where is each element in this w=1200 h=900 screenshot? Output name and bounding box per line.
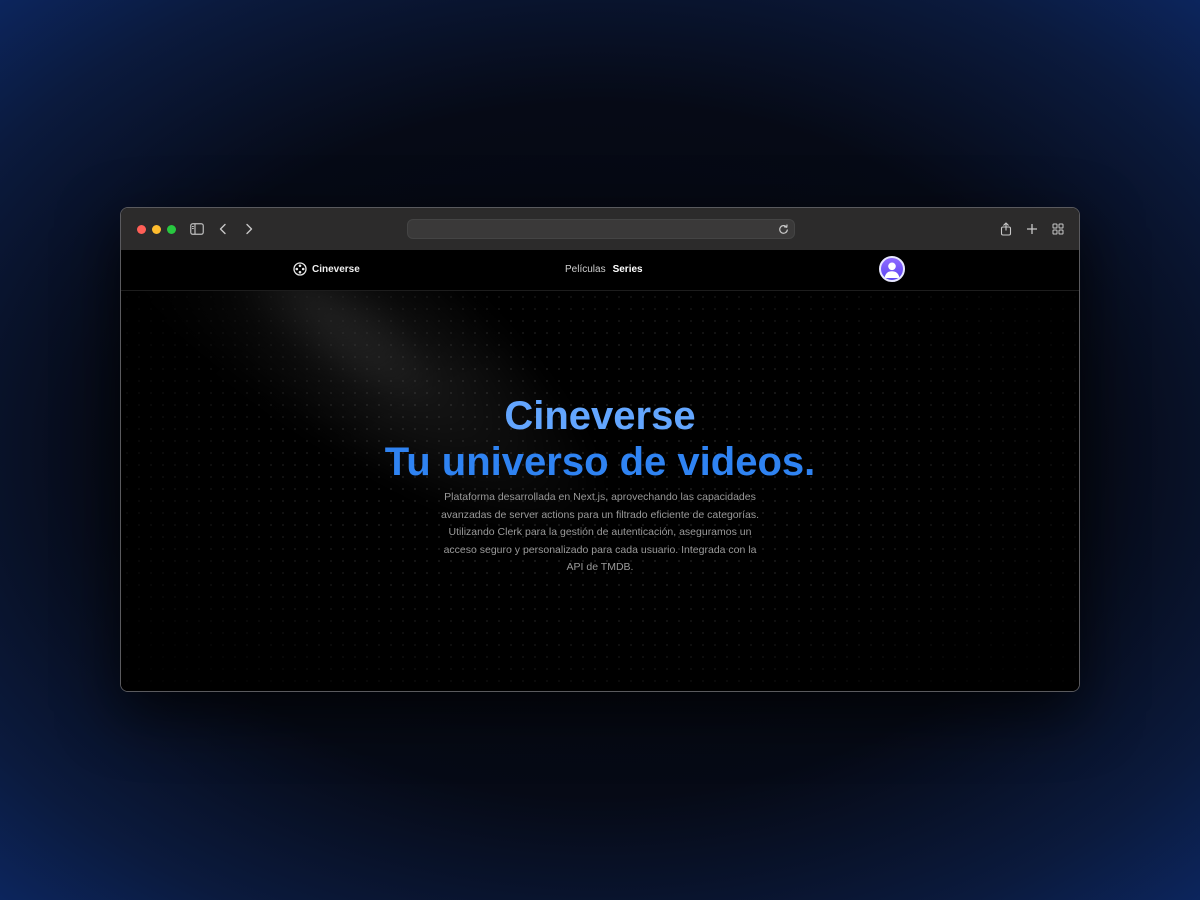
grid-icon[interactable] (1050, 221, 1066, 237)
url-input[interactable] (416, 222, 760, 238)
film-reel-icon (293, 262, 307, 276)
plus-icon[interactable] (1024, 221, 1040, 237)
hero-title-line1: Cineverse (504, 394, 696, 438)
user-icon (881, 258, 903, 280)
address-bar[interactable] (407, 219, 795, 239)
chevron-left-icon[interactable] (215, 221, 231, 237)
maximize-window-button[interactable] (167, 225, 176, 234)
hero-title-line2: Tu universo de videos. (384, 440, 816, 484)
hero-section: Cineverse Tu universo de videos. Platafo… (121, 291, 1079, 691)
nav-link-peliculas[interactable]: Películas (565, 264, 606, 275)
hero-content: Cineverse Tu universo de videos. Platafo… (121, 393, 1079, 577)
nav-link-series[interactable]: Series (613, 264, 643, 275)
user-avatar-button[interactable] (879, 256, 905, 282)
browser-window: Cineverse Películas Series Cineverse Tu … (120, 207, 1080, 692)
close-window-button[interactable] (137, 225, 146, 234)
browser-toolbar (121, 208, 1079, 251)
chevron-right-icon[interactable] (241, 221, 257, 237)
sidebar-icon[interactable] (189, 221, 205, 237)
nav-menu: Películas Series (565, 264, 643, 275)
brand-name: Cineverse (312, 263, 360, 275)
share-icon[interactable] (998, 221, 1014, 237)
hero-description: Plataforma desarrollada en Next.js, apro… (440, 491, 760, 573)
minimize-window-button[interactable] (152, 225, 161, 234)
site-navbar: Cineverse Películas Series (121, 250, 1079, 291)
brand-logo-link[interactable]: Cineverse (293, 262, 360, 276)
reload-icon[interactable] (776, 222, 790, 236)
